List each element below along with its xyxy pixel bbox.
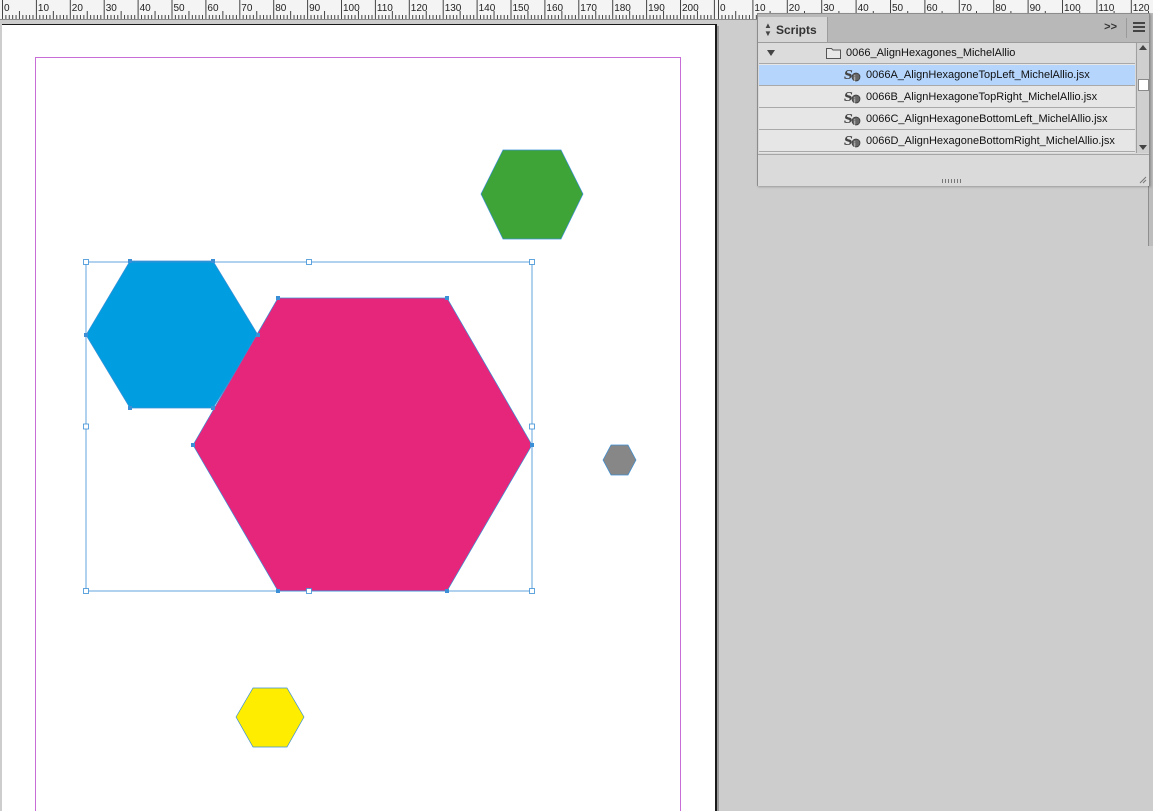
folder-label: 0066_AlignHexagones_MichelAllio	[846, 47, 1016, 59]
ruler-label: 110	[377, 3, 393, 14]
script-name: 0066A_AlignHexagoneTopLeft_MichelAllio.j…	[866, 69, 1090, 81]
panel-footer	[758, 154, 1149, 186]
ruler-label: 60	[207, 3, 219, 14]
script-item[interactable]: Sj 0066A_AlignHexagoneTopLeft_MichelAllio…	[759, 65, 1135, 86]
ruler-label: 160	[546, 3, 563, 14]
script-item[interactable]: Sj 0066C_AlignHexagoneBottomLeft_MichelAl…	[759, 109, 1135, 130]
handle-middle-left[interactable]	[83, 423, 89, 430]
svg-text:S: S	[844, 90, 853, 104]
ruler-label: 150	[513, 3, 530, 14]
ruler-label: 180	[614, 3, 631, 14]
ruler-label: 190	[648, 3, 665, 14]
cyan-hexagon-anchor-point[interactable]	[211, 259, 215, 263]
script-item[interactable]: Sj 0066D_AlignHexagoneBottomRight_MichelA…	[759, 131, 1135, 152]
javascript-file-icon: Sj	[844, 68, 861, 82]
script-name: 0066D_AlignHexagoneBottomRight_MichelAll…	[866, 135, 1115, 147]
scroll-thumb[interactable]	[1138, 79, 1149, 91]
cyan-hexagon-anchor-point[interactable]	[128, 259, 132, 263]
scroll-up-arrow-icon[interactable]	[1139, 45, 1147, 50]
scroll-down-arrow-icon[interactable]	[1139, 145, 1147, 150]
ruler-label: 140	[479, 3, 496, 14]
ruler-label: 130	[445, 3, 462, 14]
magenta-hexagon-anchor-point[interactable]	[530, 443, 534, 447]
magenta-hexagon-anchor-point[interactable]	[445, 589, 449, 593]
ruler-label: 100	[343, 3, 360, 14]
folder-icon	[826, 48, 841, 59]
corner-resize-icon[interactable]	[1139, 176, 1147, 184]
handle-bottom-left[interactable]	[83, 588, 89, 594]
panel-title: Scripts	[776, 22, 817, 37]
svg-text:S: S	[844, 134, 853, 148]
javascript-file-icon: Sj	[844, 134, 861, 148]
svg-text:S: S	[844, 112, 853, 126]
script-name: 0066B_AlignHexagoneTopRight_MichelAllio.…	[866, 91, 1098, 103]
page-canvas[interactable]	[2, 25, 715, 811]
ruler-label: 50	[174, 3, 186, 14]
handle-bottom-right[interactable]	[529, 588, 535, 594]
collapse-panel-icon[interactable]: >>	[1104, 21, 1117, 33]
magenta-hexagon-anchor-point[interactable]	[276, 296, 280, 300]
cyan-hexagon-anchor-point[interactable]	[211, 406, 215, 410]
resize-grip-icon[interactable]	[942, 179, 962, 183]
ruler-label: 170	[580, 3, 597, 14]
gray-hexagon[interactable]	[602, 444, 637, 476]
indesign-workspace: 0 10 20 30 40 50 60 70 80 90 100 110 120 130 140 150 160…	[0, 0, 1153, 811]
handle-top-middle[interactable]	[306, 259, 312, 265]
ruler-label: 80	[275, 3, 287, 14]
ruler-label: 20	[72, 3, 84, 14]
cyan-hexagon-anchor-point[interactable]	[256, 333, 260, 337]
handle-bottom-middle[interactable]	[306, 588, 312, 594]
green-hexagon[interactable]	[480, 149, 584, 240]
ruler-label: 0	[4, 3, 10, 14]
ruler-label: 10	[38, 3, 50, 14]
svg-text:j: j	[853, 141, 856, 148]
list-scrollbar[interactable]	[1136, 43, 1149, 153]
script-item[interactable]: Sj 0066B_AlignHexagoneTopRight_MichelAlli…	[759, 87, 1135, 108]
handle-top-right[interactable]	[529, 259, 535, 265]
script-name: 0066C_AlignHexagoneBottomLeft_MichelAlli…	[866, 113, 1108, 125]
disclosure-triangle-icon[interactable]	[767, 50, 775, 56]
script-list[interactable]: 0066_AlignHexagones_MichelAllio Sj 0066A_…	[759, 43, 1135, 153]
ruler-label: 0	[720, 3, 726, 14]
folder-row[interactable]: 0066_AlignHexagones_MichelAllio	[759, 43, 1135, 64]
javascript-file-icon: Sj	[844, 112, 861, 126]
magenta-hexagon-anchor-point[interactable]	[191, 443, 195, 447]
svg-text:S: S	[844, 68, 853, 82]
javascript-file-icon: Sj	[844, 90, 861, 104]
magenta-hexagon-anchor-point[interactable]	[445, 296, 449, 300]
cyan-hexagon-anchor-point[interactable]	[128, 406, 132, 410]
document-page[interactable]	[2, 24, 717, 811]
ruler-label: 120	[411, 3, 428, 14]
svg-text:j: j	[853, 97, 856, 104]
svg-text:j: j	[853, 119, 856, 126]
ruler-label: 30	[106, 3, 118, 14]
handle-top-left[interactable]	[83, 259, 89, 265]
magenta-hexagon-anchor-point[interactable]	[276, 589, 280, 593]
panel-menu-icon[interactable]	[1133, 22, 1145, 33]
ruler-label: 70	[241, 3, 253, 14]
scripts-panel-tab[interactable]: ▲ ▼ Scripts	[758, 17, 828, 42]
tab-arrows-icon: ▲ ▼	[764, 20, 772, 38]
panel-header[interactable]: ▲ ▼ Scripts >>	[758, 14, 1149, 43]
scripts-panel: ▲ ▼ Scripts >> 0066_AlignHexagones_Michel…	[757, 13, 1150, 186]
svg-text:j: j	[853, 75, 856, 82]
header-divider	[1126, 18, 1127, 38]
yellow-hexagon[interactable]	[235, 687, 305, 748]
handle-middle-right[interactable]	[529, 423, 535, 430]
ruler-label: 90	[309, 3, 321, 14]
cyan-hexagon-anchor-point[interactable]	[84, 333, 88, 337]
ruler-label: 200	[682, 3, 699, 14]
ruler-label: 40	[140, 3, 152, 14]
